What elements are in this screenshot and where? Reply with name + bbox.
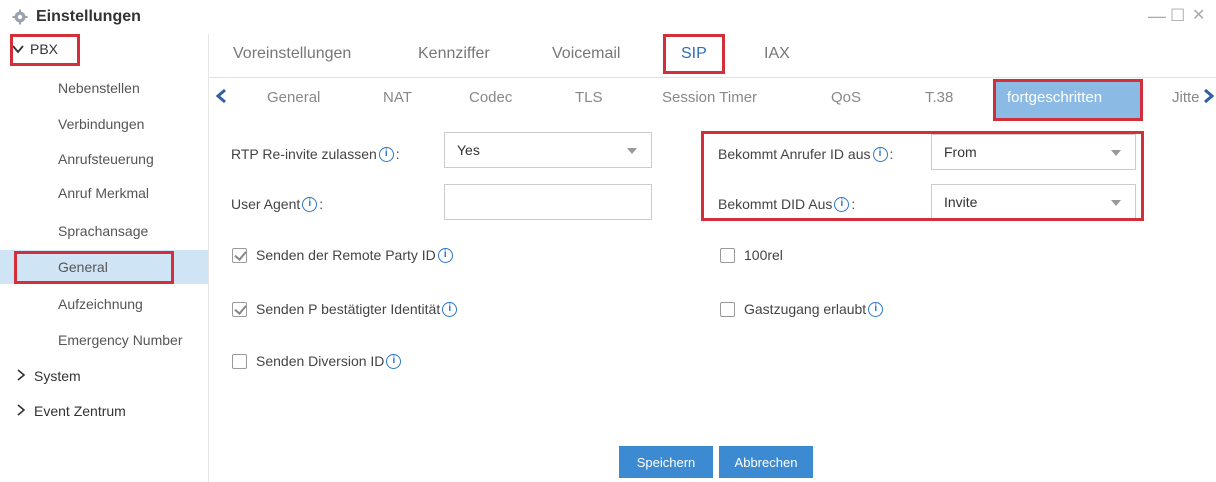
sidebar-item-anrufsteuerung[interactable]: Anrufsteuerung [0,143,208,175]
highlight-box-pbx [10,34,80,66]
close-icon[interactable]: ✕ [1192,6,1205,26]
sidebar-item-label: Sprachansage [58,223,149,239]
sidebar-item-label: Aufzeichnung [58,296,143,312]
dropdown-caret-icon [627,148,637,154]
cancel-button[interactable]: Abbrechen [719,446,813,478]
sidebar-item-label: Nebenstellen [58,80,140,96]
colon: : [395,146,400,162]
minimize-icon[interactable]: — [1148,6,1166,26]
remote-party-id-row[interactable]: Senden der Remote Party ID i [232,247,455,263]
chevron-right-icon [16,403,30,419]
checkbox-label: Senden der Remote Party ID [256,247,436,263]
colon: : [319,196,324,212]
info-icon[interactable]: i [868,301,884,317]
tab-jitter[interactable]: Jitte [1172,89,1200,106]
highlight-box-callerid-did [701,131,1144,221]
chevron-right-icon [16,368,30,384]
sidebar-item-label: Emergency Number [58,332,183,348]
highlight-box-fortgeschritten [993,79,1143,121]
tab-qos[interactable]: QoS [831,89,861,106]
p-asserted-identity-row[interactable]: Senden P bestätigter Identität i [232,301,459,317]
tab-nat[interactable]: NAT [383,89,412,106]
rtp-reinvite-select[interactable]: Yes [444,132,652,168]
checkbox-label: Senden Diversion ID [256,353,385,369]
tab-tls[interactable]: TLS [575,89,603,106]
tab-t38[interactable]: T.38 [925,89,953,106]
highlight-box-general [14,251,174,284]
user-agent-input[interactable] [444,184,652,220]
sidebar-item-verbindungen[interactable]: Verbindungen [0,108,208,140]
info-icon[interactable]: i [378,146,394,162]
field-label: User Agent [231,196,301,212]
guest-access-checkbox[interactable] [720,301,735,317]
gear-icon [12,9,28,25]
sidebar-item-emergency-number[interactable]: Emergency Number [0,324,208,356]
info-icon[interactable]: i [386,353,402,369]
window-title: Einstellungen [36,8,141,25]
rtp-reinvite-label: RTP Re-invite zulassen i : [231,146,400,162]
settings-content: Voreinstellungen Kennziffer Voicemail SI… [208,34,1216,482]
tab-voicemail[interactable]: Voicemail [552,45,620,63]
sidebar-item-label: Anruf Merkmal [58,185,150,201]
sidebar: PBX Nebenstellen Verbindungen Anrufsteue… [0,34,208,482]
checkbox-label: 100rel [744,247,783,263]
tab-iax[interactable]: IAX [764,45,790,63]
highlight-box-sip [663,34,725,74]
checkbox-label: Senden P bestätigter Identität [256,301,441,317]
diversion-id-row[interactable]: Senden Diversion ID i [232,353,403,369]
user-agent-label: User Agent i : [231,196,323,212]
p-asserted-identity-checkbox[interactable] [232,301,247,317]
remote-party-id-checkbox[interactable] [232,247,247,263]
diversion-id-checkbox[interactable] [232,353,247,369]
sidebar-item-label: System [34,368,81,384]
sidebar-item-sprachansage[interactable]: Sprachansage [0,215,208,247]
sidebar-item-system[interactable]: System [16,361,81,391]
checkbox-label: Gastzugang erlaubt [744,301,867,317]
rel100-row[interactable]: 100rel [720,247,783,263]
info-icon[interactable]: i [437,247,453,263]
sidebar-item-label: Event Zentrum [34,403,126,419]
sidebar-item-label: Verbindungen [58,116,145,132]
tab-kennziffer[interactable]: Kennziffer [418,45,490,63]
save-button[interactable]: Speichern [619,446,713,478]
info-icon[interactable]: i [442,301,458,317]
sidebar-item-event-zentrum[interactable]: Event Zentrum [16,396,126,426]
guest-access-row[interactable]: Gastzugang erlaubt i [720,301,885,317]
sidebar-item-label: Anrufsteuerung [58,151,154,167]
tab-session-timer[interactable]: Session Timer [662,89,757,106]
sidebar-item-aufzeichnung[interactable]: Aufzeichnung [0,288,208,320]
sidebar-item-nebenstellen[interactable]: Nebenstellen [0,72,208,104]
tab-codec[interactable]: Codec [469,89,512,106]
rel100-checkbox[interactable] [720,247,735,263]
select-value: Yes [457,142,480,158]
chevron-left-icon[interactable] [215,87,227,110]
title-bar: Einstellungen — ☐ ✕ [0,0,1216,34]
chevron-right-icon[interactable] [1203,87,1215,110]
maximize-icon[interactable]: ☐ [1170,6,1185,26]
tab-general[interactable]: General [267,89,320,106]
tab-voreinstellungen[interactable]: Voreinstellungen [233,45,351,63]
field-label: RTP Re-invite zulassen [231,146,377,162]
sidebar-item-anruf-merkmal[interactable]: Anruf Merkmal [0,177,208,209]
info-icon[interactable]: i [302,196,318,212]
